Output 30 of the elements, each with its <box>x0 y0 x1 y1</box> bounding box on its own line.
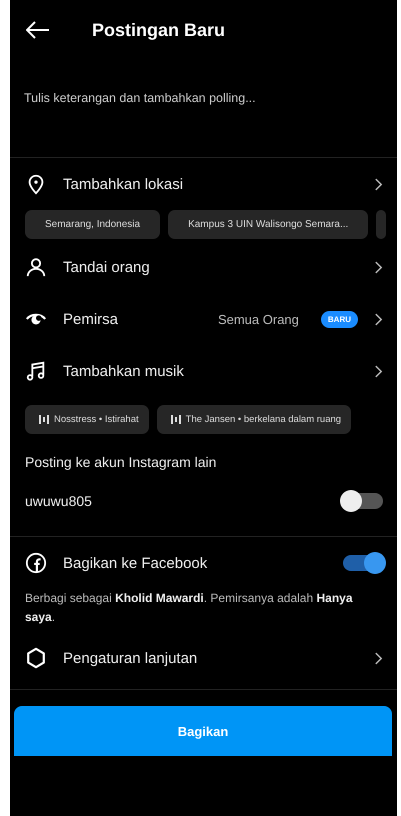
add-location-label[interactable]: Tambahkan lokasi <box>63 176 358 192</box>
chevron-right-icon <box>374 176 383 192</box>
chevron-right-icon <box>374 650 383 666</box>
screen-title: Postingan Baru <box>92 20 226 40</box>
new-badge: BARU <box>320 310 358 328</box>
person-icon <box>25 256 47 278</box>
account-name: uwuwu805 <box>25 493 93 509</box>
audio-bars-icon <box>170 415 181 424</box>
toggle-switch[interactable] <box>343 493 383 509</box>
chevron-right-icon <box>374 312 383 326</box>
facebook-icon <box>25 552 47 574</box>
music-note-icon <box>25 360 47 382</box>
location-chip[interactable]: Semarang, Indonesia <box>25 210 160 239</box>
caption-field[interactable]: Tulis keterangan dan tambahkan polling... <box>24 82 324 114</box>
audio-bars-icon <box>39 415 49 424</box>
music-chip[interactable]: Nosstress • Istirahat <box>25 405 149 434</box>
location-chip[interactable]: Kampus 3 UIN Walisongo Semara... <box>168 210 368 239</box>
chevron-right-icon <box>374 260 383 274</box>
facebook-share-note: Berbagi sebagai Kholid Mawardi. Pemirsanya adalah Hanya saya. <box>24 590 354 626</box>
section-heading: Posting ke akun Instagram lain <box>24 453 218 472</box>
toggle-switch[interactable] <box>343 555 383 571</box>
advanced-settings-label[interactable]: Pengaturan lanjutan <box>63 650 358 666</box>
audience-label[interactable]: Pemirsa <box>63 310 202 328</box>
share-to-facebook-label: Bagikan ke Facebook <box>63 554 208 572</box>
back-arrow-icon[interactable] <box>26 21 50 39</box>
music-chip[interactable]: The Jansen • berkelana dalam ruang <box>156 405 352 434</box>
tag-people-label[interactable]: Tandai orang <box>63 258 358 276</box>
add-music-label[interactable]: Tambahkan musik <box>63 362 358 380</box>
audience-value: Semua Orang <box>218 312 299 326</box>
chevron-right-icon <box>374 364 383 378</box>
